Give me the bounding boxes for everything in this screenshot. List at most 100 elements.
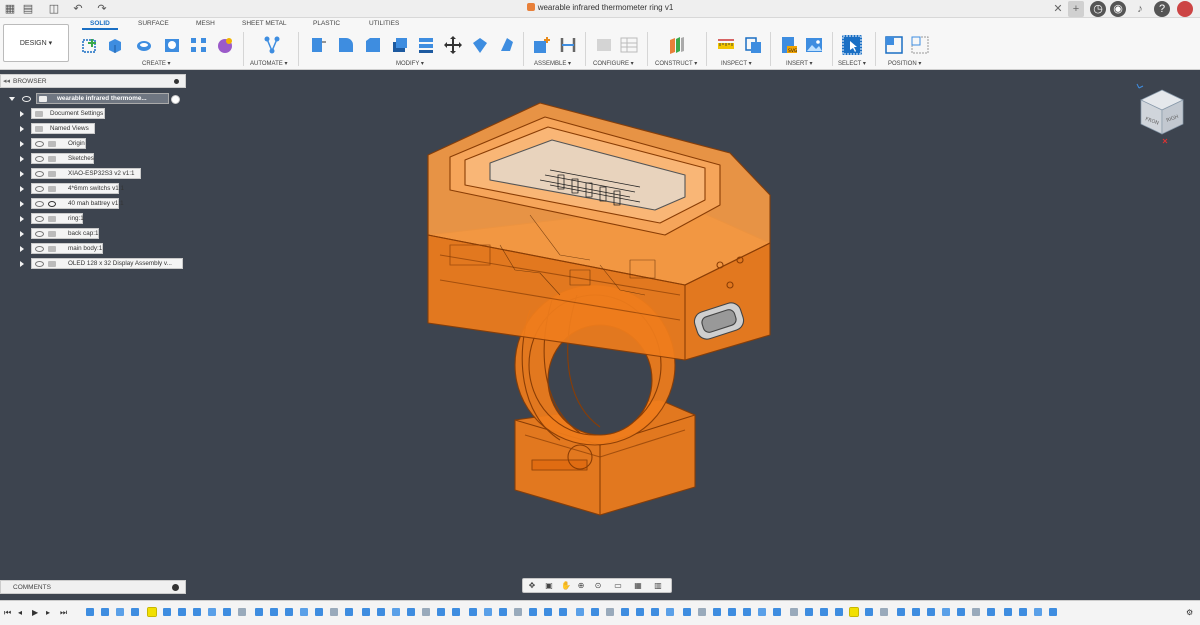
timeline-feature[interactable] bbox=[437, 608, 445, 616]
timeline-feature[interactable] bbox=[559, 608, 567, 616]
add-tab-icon[interactable]: + bbox=[1068, 1, 1084, 17]
insert-image-icon[interactable] bbox=[804, 35, 824, 55]
joint-icon[interactable] bbox=[558, 35, 578, 55]
comments-panel[interactable]: COMMENTS bbox=[0, 580, 186, 594]
tab-sheet-metal[interactable]: SHEET METAL bbox=[242, 20, 287, 27]
timeline-feature[interactable] bbox=[270, 608, 278, 616]
position-menu[interactable]: POSITION ▾ bbox=[888, 60, 921, 67]
timeline-feature[interactable] bbox=[238, 608, 246, 616]
timeline-feature[interactable] bbox=[392, 608, 400, 616]
zoom-icon[interactable]: ⊕ bbox=[576, 581, 586, 591]
orbit-icon[interactable]: ✥ bbox=[527, 581, 537, 591]
timeline-feature[interactable] bbox=[957, 608, 965, 616]
timeline-feature[interactable] bbox=[208, 608, 216, 616]
visibility-eye-icon[interactable] bbox=[35, 231, 44, 237]
browser-pin-icon[interactable] bbox=[174, 79, 179, 84]
fillet-icon[interactable] bbox=[336, 35, 356, 55]
timeline-feature[interactable] bbox=[131, 608, 139, 616]
timeline-feature[interactable] bbox=[178, 608, 186, 616]
configure-table-icon[interactable] bbox=[619, 35, 639, 55]
inspect-menu[interactable]: INSPECT ▾ bbox=[721, 60, 752, 67]
timeline-feature[interactable] bbox=[101, 608, 109, 616]
expand-arrow-icon[interactable] bbox=[20, 246, 24, 252]
split-body-icon[interactable] bbox=[470, 35, 490, 55]
browser-item[interactable]: back cap:1 bbox=[31, 228, 99, 239]
timeline-next-icon[interactable]: ▸ bbox=[46, 608, 50, 617]
tab-plastic[interactable]: PLASTIC bbox=[313, 20, 340, 27]
expand-arrow-icon[interactable] bbox=[20, 186, 24, 192]
browser-item[interactable]: Origin bbox=[31, 138, 86, 149]
timeline-feature[interactable] bbox=[193, 608, 201, 616]
expand-arrow-icon[interactable] bbox=[20, 201, 24, 207]
browser-item[interactable]: 4*6mm switchs v1:1 bbox=[31, 183, 124, 194]
expand-arrow-icon[interactable] bbox=[20, 126, 24, 132]
browser-item[interactable]: 40 mah battrey v1:1 bbox=[31, 198, 124, 209]
timeline-feature[interactable] bbox=[300, 608, 308, 616]
3d-model-viewport[interactable] bbox=[300, 95, 860, 525]
close-icon[interactable]: ✕ bbox=[1050, 1, 1066, 17]
timeline-feature[interactable] bbox=[790, 608, 798, 616]
timeline-feature[interactable] bbox=[621, 608, 629, 616]
browser-item[interactable]: Document Settings bbox=[31, 108, 105, 119]
timeline-prev-icon[interactable]: ◂ bbox=[18, 608, 22, 617]
form-icon[interactable] bbox=[215, 35, 235, 55]
timeline-feature[interactable] bbox=[116, 608, 124, 616]
visibility-eye-icon[interactable] bbox=[35, 246, 44, 252]
timeline-feature[interactable] bbox=[452, 608, 460, 616]
timeline-feature[interactable] bbox=[362, 608, 370, 616]
pattern-icon[interactable] bbox=[189, 35, 209, 55]
timeline-feature[interactable] bbox=[651, 608, 659, 616]
avatar[interactable] bbox=[1177, 1, 1193, 17]
expand-arrow-icon[interactable] bbox=[20, 171, 24, 177]
timeline-feature[interactable] bbox=[698, 608, 706, 616]
browser-panel-header[interactable]: ◂◂ BROWSER bbox=[0, 74, 186, 88]
expand-arrow-icon[interactable] bbox=[20, 111, 24, 117]
select-menu[interactable]: SELECT ▾ bbox=[838, 60, 866, 67]
grid-settings-icon[interactable]: ▦ bbox=[633, 581, 643, 591]
timeline-feature[interactable] bbox=[407, 608, 415, 616]
scale-icon[interactable] bbox=[497, 35, 517, 55]
tab-utilities[interactable]: UTILITIES bbox=[369, 20, 399, 27]
new-component-icon[interactable] bbox=[532, 35, 552, 55]
combine-icon[interactable] bbox=[416, 35, 436, 55]
extrude-icon[interactable] bbox=[105, 35, 125, 55]
timeline-feature[interactable] bbox=[636, 608, 644, 616]
expand-arrow-icon[interactable] bbox=[20, 231, 24, 237]
browser-root[interactable]: wearable infrared thermome... bbox=[36, 93, 169, 104]
assemble-menu[interactable]: ASSEMBLE ▾ bbox=[534, 60, 571, 67]
fit-icon[interactable]: ⊙ bbox=[593, 581, 603, 591]
pan-icon[interactable]: ✋ bbox=[561, 581, 571, 591]
press-pull-icon[interactable] bbox=[308, 35, 328, 55]
browser-item[interactable]: Named Views bbox=[31, 123, 95, 134]
visibility-eye-icon[interactable] bbox=[35, 261, 44, 267]
expand-arrow-icon[interactable] bbox=[20, 216, 24, 222]
expand-arrow-icon[interactable] bbox=[20, 261, 24, 267]
workspace-design-button[interactable]: DESIGN ▾ bbox=[3, 24, 69, 62]
timeline-feature[interactable] bbox=[377, 608, 385, 616]
insert-menu[interactable]: INSERT ▾ bbox=[786, 60, 812, 67]
help-icon[interactable]: ? bbox=[1154, 1, 1170, 17]
position-revert-icon[interactable] bbox=[910, 35, 930, 55]
timeline-feature[interactable] bbox=[422, 608, 430, 616]
clock-icon[interactable]: ◷ bbox=[1090, 1, 1106, 17]
timeline-feature[interactable] bbox=[820, 608, 828, 616]
chamfer-icon[interactable] bbox=[363, 35, 383, 55]
browser-item[interactable]: main body:1 bbox=[31, 243, 103, 254]
visibility-eye-icon[interactable] bbox=[35, 186, 44, 192]
timeline-feature[interactable] bbox=[880, 608, 888, 616]
configure-menu[interactable]: CONFIGURE ▾ bbox=[593, 60, 634, 67]
create-menu[interactable]: CREATE ▾ bbox=[142, 60, 171, 67]
modify-menu[interactable]: MODIFY ▾ bbox=[396, 60, 424, 67]
timeline-feature[interactable] bbox=[544, 608, 552, 616]
automate-icon[interactable] bbox=[262, 35, 282, 55]
visibility-eye-icon[interactable] bbox=[35, 216, 44, 222]
automate-menu[interactable]: AUTOMATE ▾ bbox=[250, 60, 287, 67]
visibility-eye-icon[interactable] bbox=[35, 156, 44, 162]
visibility-eye-icon[interactable] bbox=[35, 171, 44, 177]
expand-arrow-icon[interactable] bbox=[20, 141, 24, 147]
timeline-feature[interactable] bbox=[773, 608, 781, 616]
configure-icon[interactable] bbox=[594, 35, 614, 55]
view-cube[interactable]: FRON RIGH bbox=[1135, 82, 1190, 144]
bell-icon[interactable]: ♪ bbox=[1132, 1, 1148, 17]
create-sketch-icon[interactable] bbox=[80, 35, 100, 55]
